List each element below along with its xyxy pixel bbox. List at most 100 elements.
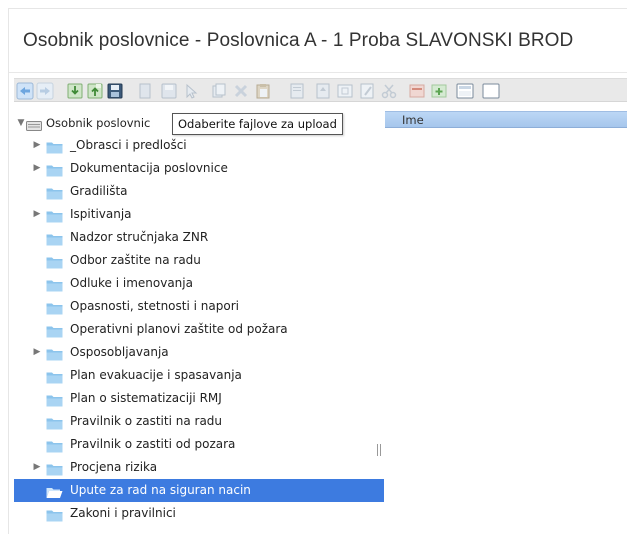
tree-item-label: Zakoni i pravilnici: [70, 506, 176, 520]
more-icon: [482, 82, 500, 100]
tree-item[interactable]: Opasnosti, stetnosti i napori: [14, 295, 384, 318]
arrow-right-icon: [36, 82, 54, 100]
table-icon: [456, 82, 474, 100]
tree-item-label: Odbor zaštite na radu: [70, 253, 201, 267]
folder-icon: [46, 254, 63, 269]
tree-item-label: Ispitivanja: [70, 207, 132, 221]
tree-item[interactable]: Plan o sistematizaciji RMJ: [14, 387, 384, 410]
select-icon: [182, 82, 200, 100]
tree-item-label: Pravilnik o zastiti na radu: [70, 414, 223, 428]
tree-item-label: _Obrasci i predlošci: [70, 138, 187, 152]
tree-item[interactable]: Plan evakuacije i spasavanja: [14, 364, 384, 387]
page-title: Osobnik poslovnice - Poslovnica A - 1 Pr…: [23, 30, 574, 51]
delete-button[interactable]: [232, 82, 250, 100]
insert-icon: [408, 82, 426, 100]
folder-icon: [46, 392, 63, 407]
expand-arrow-icon[interactable]: ▶: [32, 341, 42, 364]
toolbar: [14, 78, 627, 102]
copy-icon: [210, 82, 228, 100]
edit-button[interactable]: [358, 82, 376, 100]
upload-icon: [86, 82, 104, 100]
tree-item[interactable]: Operativni planovi zaštite od požara: [14, 318, 384, 341]
tree-item[interactable]: Zakoni i pravilnici: [14, 502, 384, 525]
column-header-name[interactable]: Ime: [402, 112, 424, 128]
upload-button[interactable]: [86, 82, 104, 100]
file-grid: Ime: [385, 111, 627, 128]
download-icon: [66, 82, 84, 100]
tree-item[interactable]: ▶ _Obrasci i predlošci: [14, 134, 384, 157]
document-icon: [314, 82, 332, 100]
tree-item[interactable]: Odbor zaštite na radu: [14, 249, 384, 272]
tree-item-label: Odluke i imenovanja: [70, 276, 193, 290]
grid-header: Ime: [385, 111, 627, 128]
tree-item[interactable]: ▶ Dokumentacija poslovnice: [14, 157, 384, 180]
folder-icon: [46, 323, 63, 338]
upload-tooltip: Odaberite fajlove za upload: [172, 113, 343, 135]
document-button[interactable]: [314, 82, 332, 100]
tree-item[interactable]: ▶ Procjena rizika: [14, 456, 384, 479]
collapse-arrow-icon[interactable]: ▼: [16, 112, 26, 135]
tree-item-label: Gradilišta: [70, 184, 128, 198]
download-button[interactable]: [66, 82, 84, 100]
title-divider: [9, 72, 627, 73]
folder-icon: [46, 369, 63, 384]
save-disabled-icon: [160, 82, 178, 100]
folder-icon: [46, 300, 63, 315]
drive-icon: [26, 117, 43, 131]
arrow-left-button[interactable]: [16, 82, 34, 100]
save-button[interactable]: [106, 82, 124, 100]
folder-icon: [46, 461, 63, 476]
save-icon: [106, 82, 124, 100]
delete-icon: [232, 82, 250, 100]
add-row-icon: [430, 82, 448, 100]
cut-icon: [380, 82, 398, 100]
folder-icon: [46, 277, 63, 292]
paste-button[interactable]: [254, 82, 272, 100]
tree-item[interactable]: Pravilnik o zastiti na radu: [14, 410, 384, 433]
tree-item[interactable]: ▶ Ispitivanja: [14, 203, 384, 226]
folder-icon: [46, 346, 63, 361]
folder-icon: [46, 162, 63, 177]
folder-icon: [46, 438, 63, 453]
tree-item-label: Opasnosti, stetnosti i napori: [70, 299, 239, 313]
arrow-right-button[interactable]: [36, 82, 54, 100]
tree-item[interactable]: ▶ Osposobljavanja: [14, 341, 384, 364]
tree-item-label: Dokumentacija poslovnice: [70, 161, 228, 175]
tree-item-label: Pravilnik o zastiti od pozara: [70, 437, 236, 451]
expand-arrow-icon[interactable]: ▶: [32, 157, 42, 180]
insert-button[interactable]: [408, 82, 426, 100]
new-doc-icon: [136, 82, 154, 100]
folder-icon: [46, 231, 63, 246]
edit-icon: [358, 82, 376, 100]
cut-button[interactable]: [380, 82, 398, 100]
tree-item[interactable]: Gradilišta: [14, 180, 384, 203]
tree-root-label: Osobnik poslovnic: [46, 116, 151, 130]
expand-arrow-icon[interactable]: ▶: [32, 456, 42, 479]
table-button[interactable]: [456, 82, 474, 100]
tree-item-label: Nadzor stručnjaka ZNR: [70, 230, 209, 244]
arrow-left-icon: [16, 82, 34, 100]
properties-button[interactable]: [288, 82, 306, 100]
new-doc-button[interactable]: [136, 82, 154, 100]
tree-item-label: Plan o sistematizaciji RMJ: [70, 391, 222, 405]
select-button[interactable]: [182, 82, 200, 100]
folder-icon: [46, 208, 63, 223]
save-disabled-button[interactable]: [160, 82, 178, 100]
folder-icon: [46, 139, 63, 154]
frame-button[interactable]: [336, 82, 354, 100]
add-row-button[interactable]: [430, 82, 448, 100]
expand-arrow-icon[interactable]: ▶: [32, 203, 42, 226]
tree-item[interactable]: Pravilnik o zastiti od pozara: [14, 433, 384, 456]
copy-button[interactable]: [210, 82, 228, 100]
tree-item-label: Upute za rad na siguran nacin: [70, 483, 251, 497]
paste-icon: [254, 82, 272, 100]
pane-splitter-handle[interactable]: [377, 444, 381, 456]
expand-arrow-icon[interactable]: ▶: [32, 134, 42, 157]
tree-item[interactable]: Odluke i imenovanja: [14, 272, 384, 295]
tree-item-label: Osposobljavanja: [70, 345, 169, 359]
more-button[interactable]: [482, 82, 500, 100]
tree-item-label: Plan evakuacije i spasavanja: [70, 368, 242, 382]
tree-item[interactable]: Upute za rad na siguran nacin: [14, 479, 384, 502]
tree-item[interactable]: Nadzor stručnjaka ZNR: [14, 226, 384, 249]
folder-open-icon: [46, 484, 63, 498]
